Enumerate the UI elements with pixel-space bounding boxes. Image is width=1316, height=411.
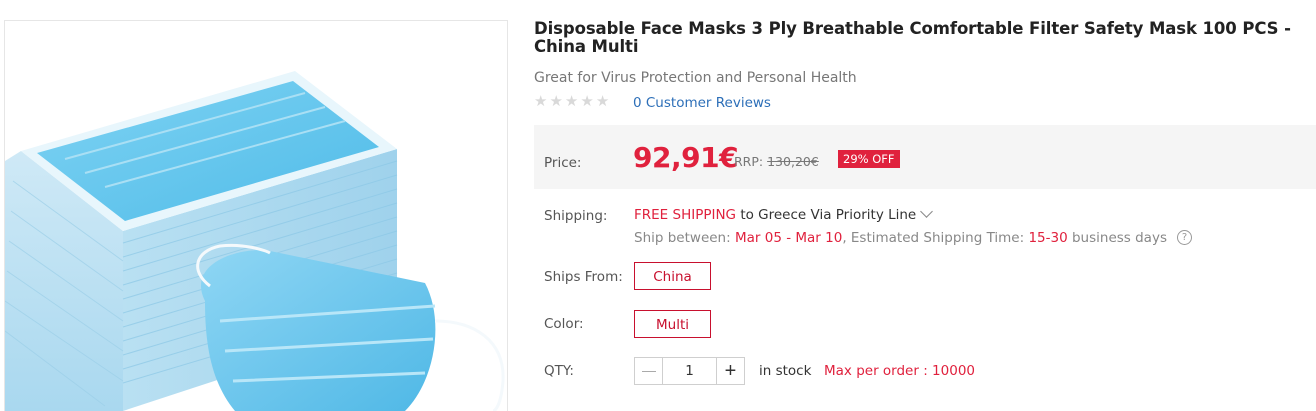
max-per-order: Max per order : 10000 <box>824 363 975 379</box>
product-image[interactable] <box>4 20 508 411</box>
rating-stars[interactable]: ★ ★ ★ ★ ★ <box>534 94 609 110</box>
shipping-destination: to Greece Via Priority Line <box>736 207 917 223</box>
star-icon: ★ <box>534 93 548 110</box>
shipping-label: Shipping: <box>544 208 608 224</box>
help-icon[interactable]: ? <box>1176 229 1192 245</box>
quantity-stepper: + <box>634 357 745 385</box>
rrp: RRP: 130,20€ <box>734 154 819 169</box>
face-mask-stack-image <box>5 71 505 411</box>
discount-badge: 29% OFF <box>838 150 900 168</box>
star-icon: ★ <box>580 93 594 110</box>
minus-icon <box>641 370 656 372</box>
quantity-input[interactable] <box>663 358 716 384</box>
free-shipping-text: FREE SHIPPING <box>634 207 737 223</box>
increase-qty-button[interactable]: + <box>716 358 744 384</box>
shipping-method[interactable]: FREE SHIPPING to Greece Via Priority Lin… <box>634 205 934 223</box>
ship-dates: Mar 05 - Mar 10 <box>734 230 843 246</box>
estimated-range: 15-30 <box>1028 230 1068 246</box>
chevron-down-icon[interactable] <box>920 205 934 218</box>
product-subtitle: Great for Virus Protection and Personal … <box>534 70 857 86</box>
star-icon: ★ <box>595 93 610 110</box>
rrp-value: 130,20€ <box>767 154 819 169</box>
star-icon: ★ <box>564 93 579 110</box>
color-label: Color: <box>544 316 584 332</box>
ship-between-label: Ship between: <box>634 230 735 246</box>
customer-reviews-link[interactable]: 0 Customer Reviews <box>633 95 771 111</box>
stock-status: in stock <box>759 363 812 379</box>
product-title: Disposable Face Masks 3 Ply Breathable C… <box>534 19 1291 56</box>
ships-from-label: Ships From: <box>544 269 623 285</box>
decrease-qty-button[interactable] <box>635 358 663 384</box>
qty-label: QTY: <box>544 363 574 379</box>
estimated-label: , Estimated Shipping Time: <box>842 230 1029 246</box>
color-option-multi[interactable]: Multi <box>634 310 711 338</box>
rrp-label: RRP: <box>734 154 764 169</box>
price-value: 92,91€ <box>633 141 739 174</box>
star-icon: ★ <box>549 93 563 110</box>
price-panel: Price: 92,91€ RRP: 130,20€ 29% OFF <box>534 125 1316 189</box>
price-label: Price: <box>544 155 582 171</box>
ship-between: Ship between: Mar 05 - Mar 10, Estimated… <box>634 229 1192 246</box>
ships-from-option-china[interactable]: China <box>634 262 711 290</box>
estimated-unit: business days <box>1067 230 1167 246</box>
